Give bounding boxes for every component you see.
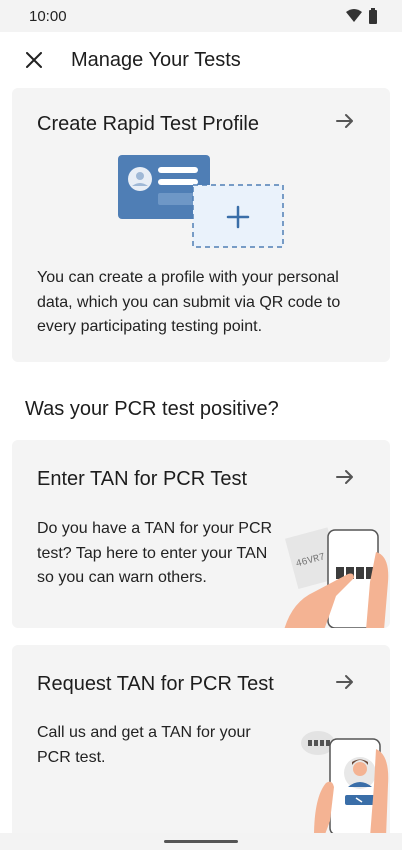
request-tan-card[interactable]: Request TAN for PCR Test Call us and get… bbox=[12, 645, 390, 845]
arrow-right-icon[interactable] bbox=[334, 671, 356, 693]
arrow-right-icon[interactable] bbox=[334, 110, 356, 132]
request-tan-description: Call us and get a TAN for your PCR test. bbox=[37, 724, 251, 766]
rapid-test-profile-card[interactable]: Create Rapid Test Profile You can create… bbox=[12, 88, 390, 362]
enter-tan-card[interactable]: Enter TAN for PCR Test Do you have a TAN… bbox=[12, 440, 390, 628]
wifi-icon bbox=[346, 9, 362, 22]
status-icons bbox=[346, 8, 378, 24]
phone-tan-illustration: 46VR7 bbox=[284, 527, 389, 628]
toolbar: Manage Your Tests bbox=[0, 32, 402, 88]
rapid-test-profile-title: Create Rapid Test Profile bbox=[37, 113, 259, 135]
page-title: Manage Your Tests bbox=[71, 49, 241, 71]
profile-card-illustration bbox=[118, 155, 284, 248]
section-heading-pcr: Was your PCR test positive? bbox=[25, 398, 279, 420]
battery-icon bbox=[369, 8, 377, 24]
status-time: 10:00 bbox=[29, 8, 67, 25]
phone-call-illustration bbox=[301, 731, 389, 837]
enter-tan-title: Enter TAN for PCR Test bbox=[37, 468, 248, 490]
close-icon bbox=[26, 52, 42, 68]
close-button[interactable] bbox=[20, 46, 48, 74]
home-indicator bbox=[0, 833, 402, 850]
request-tan-title: Request TAN for PCR Test bbox=[37, 673, 274, 695]
enter-tan-description: Do you have a TAN for your PCR test? Tap… bbox=[37, 520, 273, 586]
home-bar[interactable] bbox=[164, 840, 238, 843]
arrow-right-icon[interactable] bbox=[334, 466, 356, 488]
status-bar: 10:00 bbox=[0, 0, 402, 32]
rapid-test-profile-description: You can create a profile with your perso… bbox=[37, 269, 341, 335]
